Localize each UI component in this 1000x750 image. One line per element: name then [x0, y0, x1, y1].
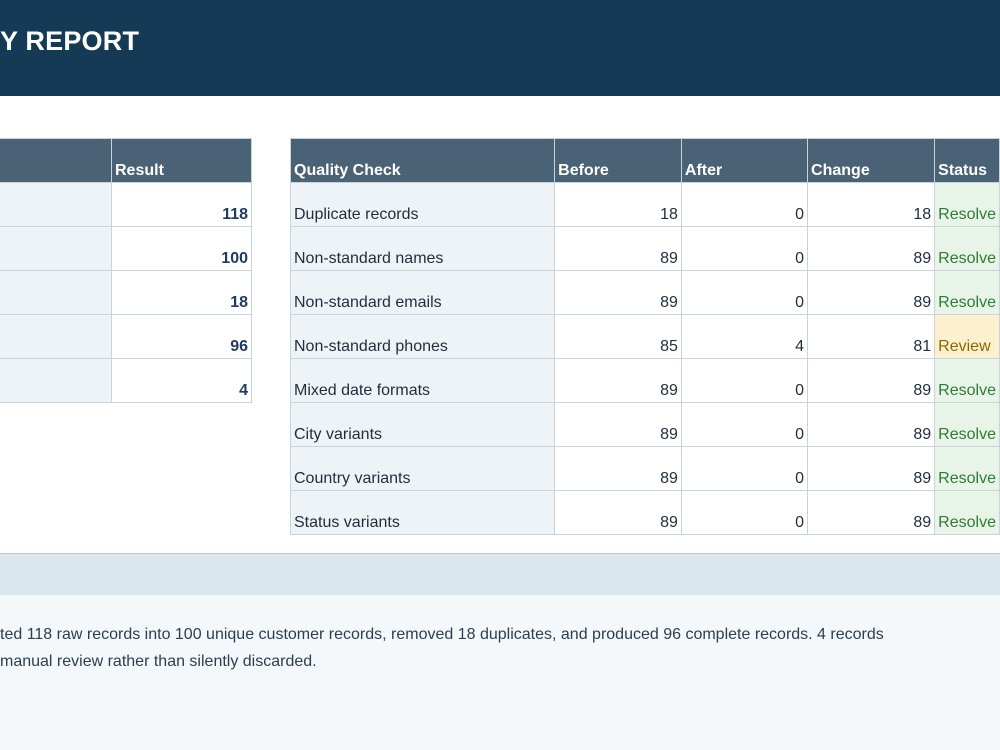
table-row: Non-standard phones 85 4 81 Review — [289, 314, 1000, 359]
summary-metrics-table: Result 118 100 18 96 4 — [0, 138, 252, 403]
quality-check-cell[interactable]: Status variants — [289, 490, 556, 535]
change-count-cell[interactable]: 89 — [807, 270, 936, 315]
table-header-row: Quality Check Before After Change Status — [289, 138, 1000, 183]
metric-label-cell[interactable] — [0, 270, 112, 315]
table-row: 100 — [0, 226, 252, 271]
status-cell[interactable]: Resolve — [934, 270, 1000, 315]
table-row: 4 — [0, 358, 252, 403]
summary-text-line-2: manual review rather than silently disca… — [0, 653, 317, 670]
report-title: Y REPORT — [0, 26, 140, 56]
change-count-cell[interactable]: 18 — [807, 182, 936, 227]
table-header-row: Result — [0, 138, 252, 183]
after-count-cell[interactable]: 0 — [680, 226, 809, 271]
metric-result-cell[interactable]: 96 — [111, 314, 252, 359]
notes-section-header — [0, 553, 1000, 596]
before-count-cell[interactable]: 89 — [554, 490, 682, 535]
report-header: Y REPORT — [0, 0, 1000, 96]
status-cell[interactable]: Resolve — [934, 358, 1000, 403]
quality-check-cell[interactable]: Mixed date formats — [289, 358, 556, 403]
status-cell[interactable]: Resolve — [934, 402, 1000, 447]
column-header-quality-check[interactable]: Quality Check — [289, 138, 556, 183]
metric-label-cell[interactable] — [0, 358, 112, 403]
change-count-cell[interactable]: 89 — [807, 226, 936, 271]
before-count-cell[interactable]: 89 — [554, 270, 682, 315]
summary-notes: ted 118 raw records into 100 unique cust… — [0, 595, 1000, 750]
status-cell[interactable]: Review — [934, 314, 1000, 359]
quality-check-cell[interactable]: Non-standard names — [289, 226, 556, 271]
after-count-cell[interactable]: 0 — [680, 182, 809, 227]
change-count-cell[interactable]: 89 — [807, 490, 936, 535]
quality-check-cell[interactable]: Non-standard phones — [289, 314, 556, 359]
after-count-cell[interactable]: 0 — [680, 402, 809, 447]
after-count-cell[interactable]: 0 — [680, 490, 809, 535]
change-count-cell[interactable]: 89 — [807, 446, 936, 491]
status-cell[interactable]: Resolve — [934, 490, 1000, 535]
quality-check-cell[interactable]: Duplicate records — [289, 182, 556, 227]
table-row: 18 — [0, 270, 252, 315]
before-count-cell[interactable]: 89 — [554, 446, 682, 491]
metric-result-cell[interactable]: 18 — [111, 270, 252, 315]
table-row: 118 — [0, 182, 252, 227]
change-count-cell[interactable]: 89 — [807, 402, 936, 447]
quality-check-cell[interactable]: Country variants — [289, 446, 556, 491]
column-header-before[interactable]: Before — [554, 138, 682, 183]
metric-label-cell[interactable] — [0, 314, 112, 359]
metric-result-cell[interactable]: 4 — [111, 358, 252, 403]
after-count-cell[interactable]: 0 — [680, 358, 809, 403]
change-count-cell[interactable]: 81 — [807, 314, 936, 359]
table-row: Duplicate records 18 0 18 Resolve — [289, 182, 1000, 227]
quality-check-cell[interactable]: City variants — [289, 402, 556, 447]
table-row: Mixed date formats 89 0 89 Resolve — [289, 358, 1000, 403]
table-row: Non-standard emails 89 0 89 Resolve — [289, 270, 1000, 315]
before-count-cell[interactable]: 18 — [554, 182, 682, 227]
metric-label-cell[interactable] — [0, 226, 112, 271]
table-row: Non-standard names 89 0 89 Resolve — [289, 226, 1000, 271]
change-count-cell[interactable]: 89 — [807, 358, 936, 403]
column-header-metric[interactable] — [0, 138, 112, 183]
column-header-status[interactable]: Status — [934, 138, 1000, 183]
quality-check-table: Quality Check Before After Change Status… — [289, 138, 1000, 535]
before-count-cell[interactable]: 89 — [554, 358, 682, 403]
summary-text-line-1: ted 118 raw records into 100 unique cust… — [0, 626, 884, 643]
column-header-after[interactable]: After — [680, 138, 809, 183]
column-header-change[interactable]: Change — [807, 138, 936, 183]
metric-label-cell[interactable] — [0, 182, 112, 227]
before-count-cell[interactable]: 89 — [554, 402, 682, 447]
column-header-result[interactable]: Result — [111, 138, 252, 183]
after-count-cell[interactable]: 0 — [680, 446, 809, 491]
table-row: Country variants 89 0 89 Resolve — [289, 446, 1000, 491]
metric-result-cell[interactable]: 100 — [111, 226, 252, 271]
table-row: Status variants 89 0 89 Resolve — [289, 490, 1000, 535]
status-cell[interactable]: Resolve — [934, 182, 1000, 227]
quality-check-cell[interactable]: Non-standard emails — [289, 270, 556, 315]
before-count-cell[interactable]: 89 — [554, 226, 682, 271]
before-count-cell[interactable]: 85 — [554, 314, 682, 359]
metric-result-cell[interactable]: 118 — [111, 182, 252, 227]
after-count-cell[interactable]: 4 — [680, 314, 809, 359]
status-cell[interactable]: Resolve — [934, 446, 1000, 491]
after-count-cell[interactable]: 0 — [680, 270, 809, 315]
status-cell[interactable]: Resolve — [934, 226, 1000, 271]
table-row: City variants 89 0 89 Resolve — [289, 402, 1000, 447]
table-row: 96 — [0, 314, 252, 359]
